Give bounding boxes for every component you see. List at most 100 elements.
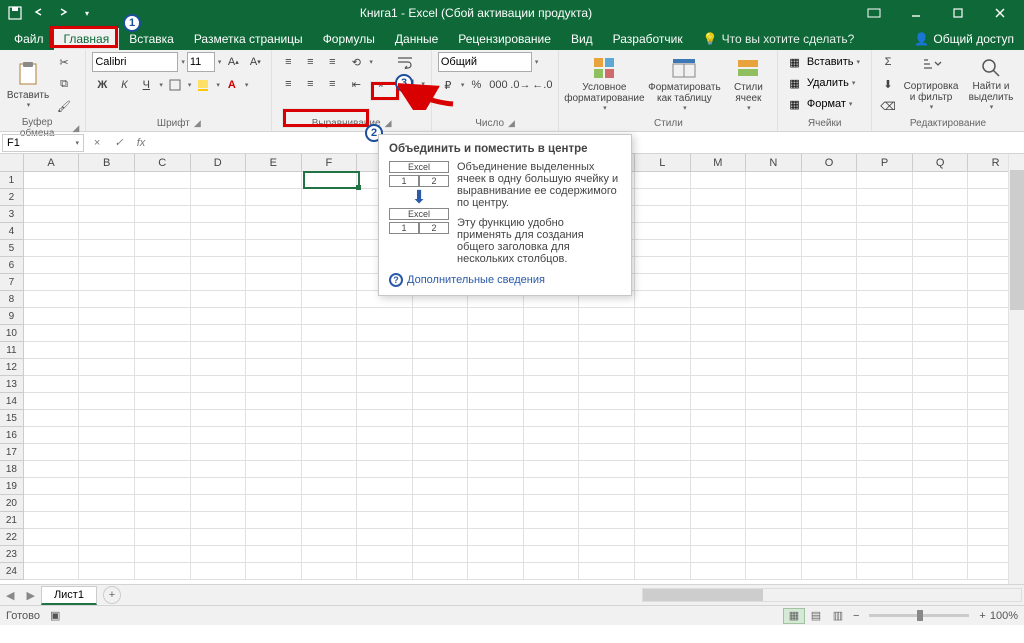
cell[interactable] xyxy=(135,308,191,325)
cell[interactable] xyxy=(913,512,969,529)
row-header[interactable]: 8 xyxy=(0,291,24,308)
cell[interactable] xyxy=(635,274,691,291)
cell[interactable] xyxy=(913,223,969,240)
qat-customize-icon[interactable]: ▾ xyxy=(76,2,98,24)
cell[interactable] xyxy=(302,342,358,359)
cell[interactable] xyxy=(524,444,580,461)
cell[interactable] xyxy=(579,461,635,478)
cell[interactable] xyxy=(579,444,635,461)
cell[interactable] xyxy=(24,291,80,308)
tooltip-more-link[interactable]: ? Дополнительные сведения xyxy=(389,273,621,287)
cell[interactable] xyxy=(802,563,858,580)
column-header[interactable]: D xyxy=(191,154,247,172)
cell[interactable] xyxy=(246,359,302,376)
cell[interactable] xyxy=(524,495,580,512)
cell[interactable] xyxy=(635,172,691,189)
cell[interactable] xyxy=(79,359,135,376)
cell[interactable] xyxy=(635,223,691,240)
zoom-out-icon[interactable]: − xyxy=(853,610,859,622)
cell[interactable] xyxy=(246,223,302,240)
cell[interactable] xyxy=(191,189,247,206)
cell[interactable] xyxy=(413,393,469,410)
cell[interactable] xyxy=(802,376,858,393)
cell[interactable] xyxy=(802,529,858,546)
cell[interactable] xyxy=(135,325,191,342)
cell[interactable] xyxy=(302,461,358,478)
cell[interactable] xyxy=(302,325,358,342)
cell[interactable] xyxy=(135,563,191,580)
cell[interactable] xyxy=(24,342,80,359)
cell[interactable] xyxy=(635,529,691,546)
cell[interactable] xyxy=(802,206,858,223)
cell[interactable] xyxy=(746,546,802,563)
cell[interactable] xyxy=(524,393,580,410)
cell[interactable] xyxy=(746,512,802,529)
cell[interactable] xyxy=(468,359,524,376)
cell[interactable] xyxy=(413,376,469,393)
fill-color-icon[interactable] xyxy=(193,75,213,95)
cell[interactable] xyxy=(691,189,747,206)
cell[interactable] xyxy=(135,444,191,461)
cell[interactable] xyxy=(468,529,524,546)
cell[interactable] xyxy=(357,546,413,563)
cell[interactable] xyxy=(413,563,469,580)
cell[interactable] xyxy=(579,529,635,546)
cell[interactable] xyxy=(24,512,80,529)
cell[interactable] xyxy=(246,257,302,274)
cell[interactable] xyxy=(302,512,358,529)
cell[interactable] xyxy=(746,342,802,359)
cell[interactable] xyxy=(691,257,747,274)
cell[interactable] xyxy=(302,546,358,563)
cell[interactable] xyxy=(246,410,302,427)
cell[interactable] xyxy=(913,376,969,393)
format-as-table-button[interactable]: Форматировать как таблицу▾ xyxy=(647,52,721,114)
row-header[interactable]: 18 xyxy=(0,461,24,478)
find-select-button[interactable]: Найти и выделить▾ xyxy=(964,52,1018,114)
cell[interactable] xyxy=(579,342,635,359)
cell[interactable] xyxy=(413,325,469,342)
row-header[interactable]: 6 xyxy=(0,257,24,274)
row-header[interactable]: 16 xyxy=(0,427,24,444)
column-header[interactable]: N xyxy=(746,154,802,172)
cell[interactable] xyxy=(691,444,747,461)
cell[interactable] xyxy=(246,478,302,495)
cell[interactable] xyxy=(302,257,358,274)
cell[interactable] xyxy=(413,359,469,376)
cell[interactable] xyxy=(802,172,858,189)
macro-record-icon[interactable]: ▣ xyxy=(50,609,60,622)
cell[interactable] xyxy=(524,546,580,563)
cell[interactable] xyxy=(857,359,913,376)
cell[interactable] xyxy=(857,512,913,529)
cell[interactable] xyxy=(468,325,524,342)
cell[interactable] xyxy=(135,461,191,478)
zoom-in-icon[interactable]: + xyxy=(979,610,985,622)
cell[interactable] xyxy=(135,359,191,376)
cell[interactable] xyxy=(191,342,247,359)
cell[interactable] xyxy=(135,240,191,257)
cell[interactable] xyxy=(246,512,302,529)
row-header[interactable]: 5 xyxy=(0,240,24,257)
font-launcher-icon[interactable]: ◢ xyxy=(194,118,201,129)
cell[interactable] xyxy=(746,478,802,495)
cell[interactable] xyxy=(913,172,969,189)
number-launcher-icon[interactable]: ◢ xyxy=(508,118,515,129)
cell[interactable] xyxy=(302,240,358,257)
cell[interactable] xyxy=(691,376,747,393)
cell[interactable] xyxy=(524,563,580,580)
cell[interactable] xyxy=(79,563,135,580)
column-header[interactable]: L xyxy=(635,154,691,172)
cell[interactable] xyxy=(802,512,858,529)
row-header[interactable]: 7 xyxy=(0,274,24,291)
cell[interactable] xyxy=(24,410,80,427)
cell[interactable] xyxy=(302,410,358,427)
cell[interactable] xyxy=(913,274,969,291)
cell[interactable] xyxy=(246,240,302,257)
align-bottom-icon[interactable]: ≡ xyxy=(322,52,342,72)
cell[interactable] xyxy=(524,410,580,427)
cell[interactable] xyxy=(691,563,747,580)
cell[interactable] xyxy=(135,376,191,393)
column-header[interactable]: O xyxy=(802,154,858,172)
zoom-slider[interactable] xyxy=(869,614,969,617)
cell[interactable] xyxy=(579,563,635,580)
cell[interactable] xyxy=(857,495,913,512)
